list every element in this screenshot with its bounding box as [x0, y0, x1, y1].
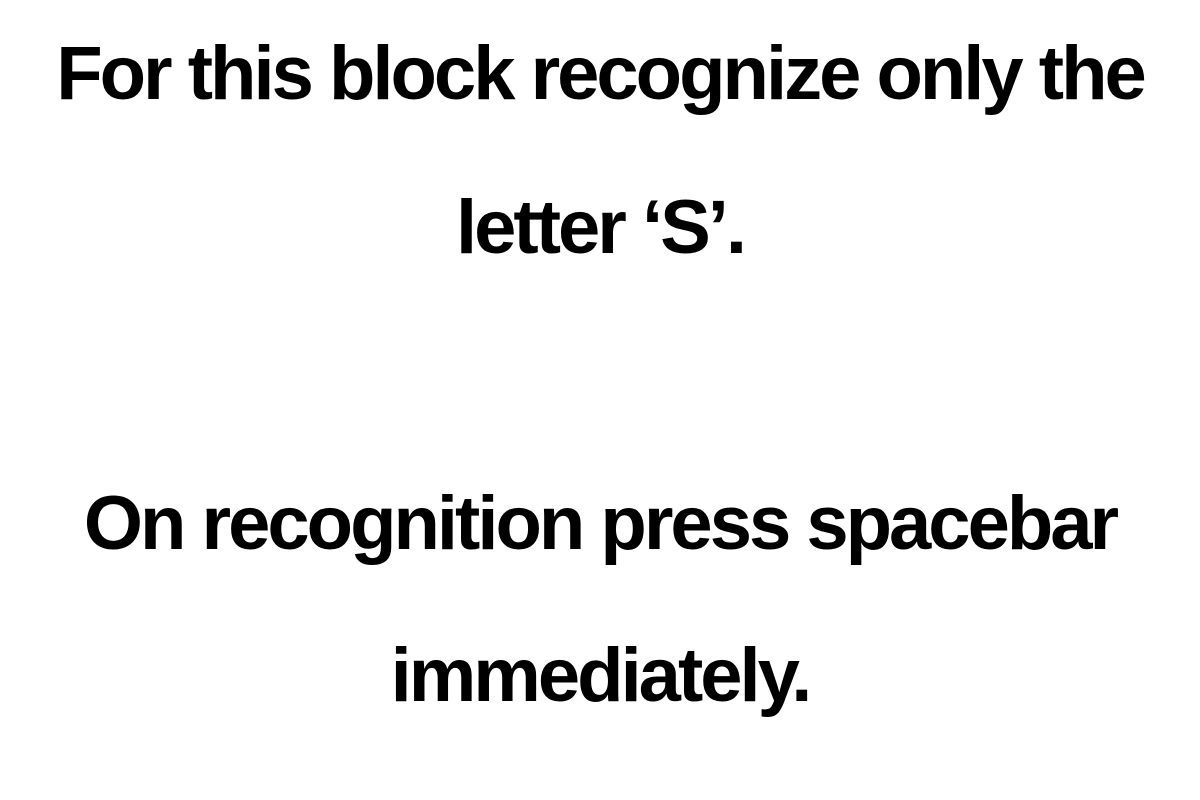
- instruction-line-letter: letter ‘S’.: [456, 185, 747, 270]
- instruction-line-response: On recognition press spacebar: [83, 481, 1119, 566]
- instruction-line-target: For this block recognize only the: [56, 31, 1147, 116]
- instruction-screen: For this block recognize only the letter…: [0, 0, 1200, 800]
- instruction-line-timing: immediately.: [390, 633, 813, 718]
